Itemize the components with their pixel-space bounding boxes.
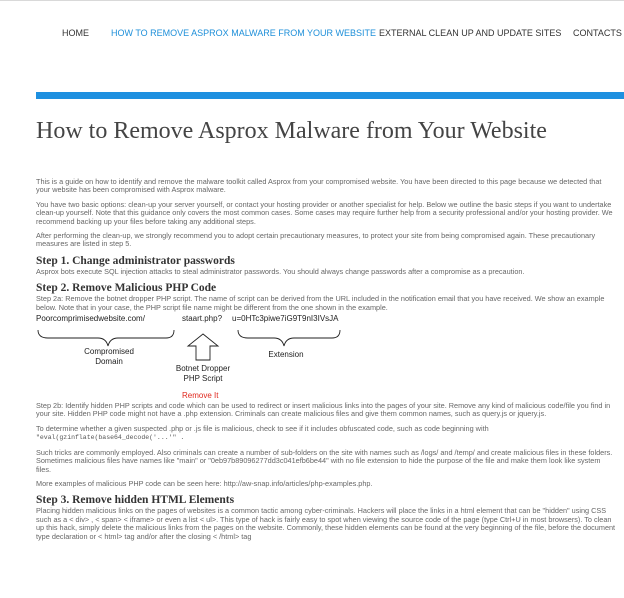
obfuscated-code-sample: "eval(gzinflate(base64_decode('...'" . bbox=[36, 434, 185, 442]
diagram-label-script: Botnet Dropper PHP Script bbox=[175, 364, 231, 384]
article-body: This is a guide on how to identify and r… bbox=[36, 177, 616, 547]
intro-paragraph-1: This is a guide on how to identify and r… bbox=[36, 177, 602, 195]
top-border bbox=[0, 0, 624, 1]
intro-paragraph-3: After performing the clean-up, we strong… bbox=[36, 231, 596, 249]
step1-heading: Step 1. Change administrator passwords bbox=[36, 254, 235, 267]
nav-external-cleanup[interactable]: EXTERNAL CLEAN UP AND UPDATE SITES bbox=[379, 28, 561, 38]
diagram-url-params: u=0HTc3piwe7iG9T9nI3IVsJA bbox=[232, 314, 339, 324]
nav-home[interactable]: HOME bbox=[62, 28, 89, 38]
step2b-text: Step 2b: Identify hidden PHP scripts and… bbox=[36, 401, 611, 419]
url-diagram: Poorcomprimisedwebsite.com/ staart.php? … bbox=[36, 314, 348, 402]
step3-text: Placing hidden malicious links on the pa… bbox=[36, 506, 616, 541]
diagram-label-extension: Extension bbox=[268, 350, 304, 360]
main-nav: HOME HOW TO REMOVE ASPROX MALWARE FROM Y… bbox=[0, 28, 624, 42]
diagram-label-remove: Remove It bbox=[182, 391, 219, 401]
intro-paragraph-2: You have two basic options: clean-up you… bbox=[36, 199, 613, 226]
step2d-text: Such tricks are commonly employed. Also … bbox=[36, 447, 613, 474]
diagram-url-script: staart.php? bbox=[182, 314, 223, 324]
nav-remove-asprox[interactable]: HOW TO REMOVE ASPROX MALWARE FROM YOUR W… bbox=[111, 28, 376, 38]
accent-bar bbox=[36, 92, 624, 99]
step2c-text: To determine whether a given suspected .… bbox=[36, 423, 616, 443]
up-arrow bbox=[186, 333, 220, 361]
nav-contacts[interactable]: CONTACTS bbox=[573, 28, 622, 38]
step2a-text: Step 2a: Remove the botnet dropper PHP s… bbox=[36, 294, 605, 312]
diagram-url-domain: Poorcomprimisedwebsite.com/ bbox=[36, 314, 145, 324]
page-title: How to Remove Asprox Malware from Your W… bbox=[36, 118, 547, 144]
extension-brace bbox=[237, 330, 341, 347]
step2c-lead: To determine whether a given suspected .… bbox=[36, 423, 489, 433]
domain-brace bbox=[37, 330, 175, 347]
diagram-label-domain: Compromised Domain bbox=[84, 347, 134, 367]
step1-text: Asprox bots execute SQL injection attack… bbox=[36, 266, 525, 276]
step2e-text: More examples of malicious PHP code can … bbox=[36, 478, 373, 488]
